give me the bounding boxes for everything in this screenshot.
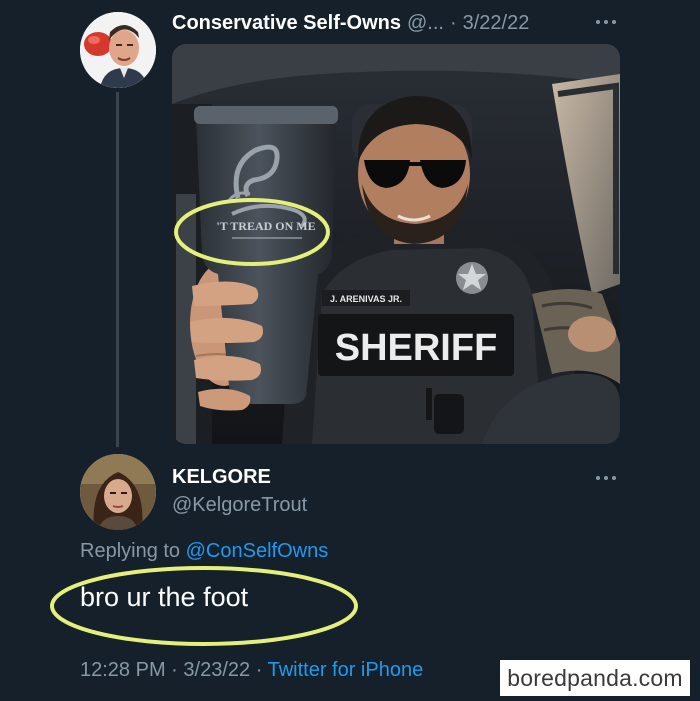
- more-options-icon[interactable]: [594, 16, 618, 28]
- meta-separator-2: ·: [255, 659, 263, 681]
- reply-time[interactable]: 12:28 PM: [80, 659, 166, 681]
- sheriff-patch-text: SHERIFF: [335, 327, 498, 369]
- kelgore-avatar[interactable]: [80, 454, 156, 530]
- tweet-source-link[interactable]: Twitter for iPhone: [268, 659, 424, 681]
- cup-engraving-text: 'T TREAD ON ME: [216, 219, 315, 233]
- reply-date[interactable]: 3/23/22: [183, 659, 250, 681]
- boredpanda-watermark: boredpanda.com: [500, 660, 690, 696]
- replying-to-line: Replying to @ConSelfOwns: [80, 540, 328, 563]
- author-handle[interactable]: @...: [407, 12, 444, 35]
- header-separator: ·: [449, 11, 457, 34]
- tweet-date[interactable]: 3/22/22: [463, 12, 530, 35]
- reply-author-handle[interactable]: @KelgoreTrout: [172, 494, 307, 517]
- conservative-self-owns-avatar[interactable]: [80, 12, 156, 88]
- replying-mention-link[interactable]: @ConSelfOwns: [186, 540, 329, 562]
- author-display-name[interactable]: Conservative Self-Owns: [172, 12, 401, 35]
- tweet-header: Conservative Self-Owns @... · 3/22/22: [172, 8, 529, 38]
- tweet-screenshot: Conservative Self-Owns @... · 3/22/22 J.…: [0, 0, 700, 701]
- reply-more-options-icon[interactable]: [594, 472, 618, 484]
- tweet-photo[interactable]: J. ARENIVAS JR. SHERIFF 'T TREAD ON ME: [172, 44, 620, 444]
- name-tag-text: J. ARENIVAS JR.: [330, 294, 402, 304]
- reply-tweet-text: bro ur the foot: [80, 582, 249, 612]
- thread-connector-line: [116, 92, 119, 447]
- replying-prefix: Replying to: [80, 540, 181, 562]
- reply-author-display-name[interactable]: KELGORE: [172, 466, 271, 489]
- meta-separator-1: ·: [171, 659, 178, 681]
- reply-tweet-metadata: 12:28 PM · 3/23/22 · Twitter for iPhone: [80, 659, 423, 682]
